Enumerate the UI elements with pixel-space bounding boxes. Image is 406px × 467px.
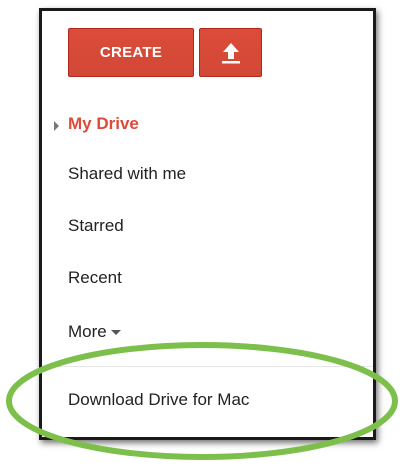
create-button[interactable]: CREATE (68, 28, 194, 77)
sidebar-item-shared-with-me[interactable]: Shared with me (68, 164, 186, 184)
screenshot-stage: CREATE My Drive Shared with me Starred R… (0, 0, 406, 467)
sidebar-item-recent[interactable]: Recent (68, 268, 122, 288)
chevron-down-icon (110, 330, 121, 336)
more-label: More (68, 322, 107, 341)
upload-arrow-icon (221, 42, 240, 63)
upload-button[interactable] (199, 28, 262, 77)
sidebar-item-my-drive[interactable]: My Drive (68, 114, 139, 134)
sidebar-item-more[interactable]: More (68, 322, 121, 342)
action-buttons: CREATE (68, 28, 262, 77)
sidebar-item-starred[interactable]: Starred (68, 216, 124, 236)
download-drive-link[interactable]: Download Drive for Mac (68, 390, 249, 410)
active-indicator-arrow-icon (54, 121, 59, 131)
divider (42, 366, 373, 367)
